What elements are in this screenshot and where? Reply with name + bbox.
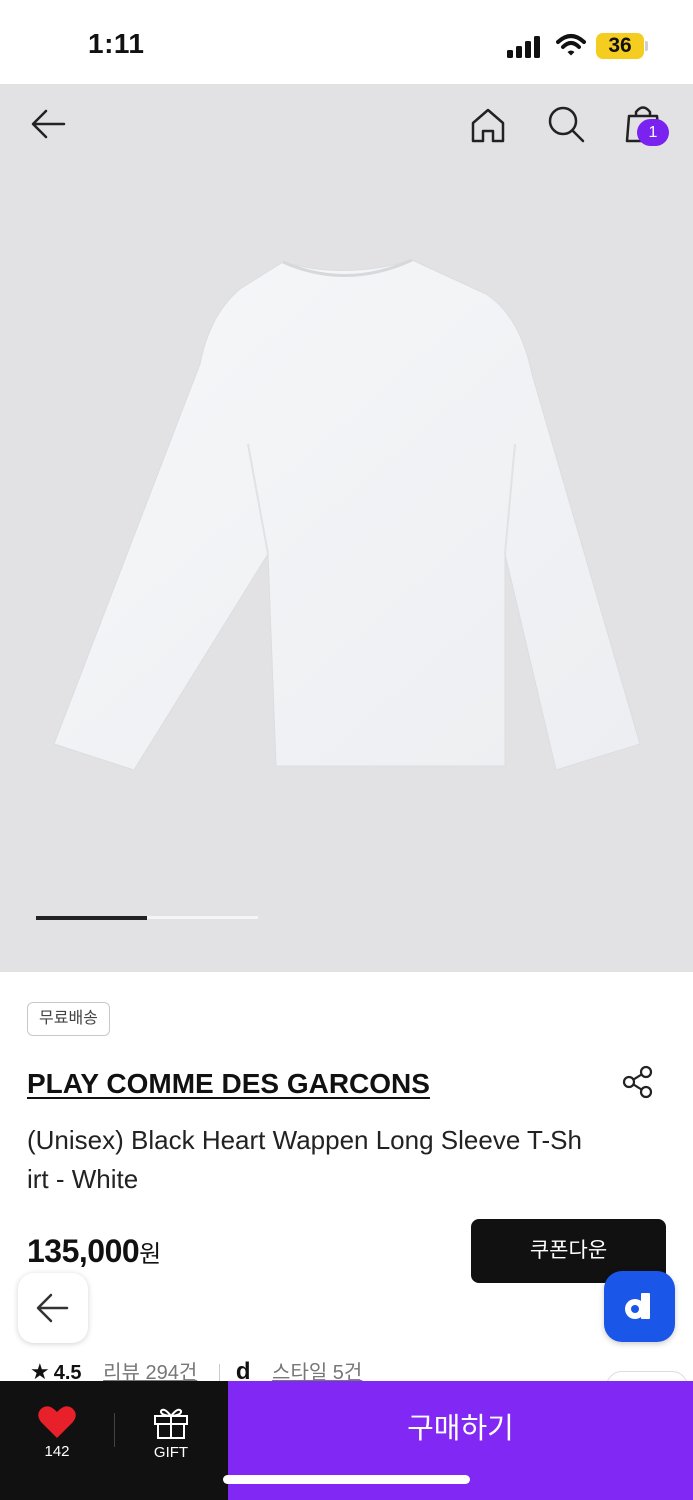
share-icon[interactable] [620, 1064, 656, 1100]
floating-d-app-button[interactable] [604, 1271, 675, 1342]
floating-back-button[interactable] [18, 1273, 88, 1343]
bottom-divider [114, 1413, 115, 1447]
heart-icon [38, 1406, 76, 1438]
battery-indicator: 36 [596, 33, 644, 59]
gift-label: GIFT [153, 1444, 189, 1461]
wifi-icon [556, 34, 586, 56]
product-image[interactable] [0, 84, 693, 972]
d-logo-icon [625, 1293, 650, 1319]
cart-count-badge: 1 [637, 119, 669, 146]
home-indicator [223, 1475, 470, 1484]
status-time: 1:11 [88, 28, 145, 59]
brand-name[interactable]: PLAY COMME DES GARCONS [27, 1068, 430, 1100]
gallery-progress-indicator [36, 916, 147, 920]
wishlist-button[interactable]: 142 [26, 1381, 88, 1481]
battery-tip [645, 41, 648, 51]
wish-count: 142 [44, 1443, 70, 1460]
product-title: (Unisex) Black Heart Wappen Long Sleeve … [27, 1125, 582, 1194]
home-icon[interactable] [466, 103, 510, 147]
back-arrow-icon[interactable] [26, 102, 70, 146]
product-price: 135,000원 [27, 1233, 161, 1270]
free-shipping-badge: 무료배송 [27, 1002, 110, 1036]
price-unit: 원 [139, 1241, 161, 1268]
tshirt-illustration [53, 258, 641, 771]
search-icon[interactable] [544, 102, 588, 146]
arrow-left-icon [36, 1293, 69, 1323]
price-amount: 135,000 [27, 1233, 140, 1269]
cellular-signal-icon [507, 36, 540, 58]
gift-button[interactable]: GIFT [140, 1381, 202, 1481]
gift-icon [154, 1408, 188, 1439]
